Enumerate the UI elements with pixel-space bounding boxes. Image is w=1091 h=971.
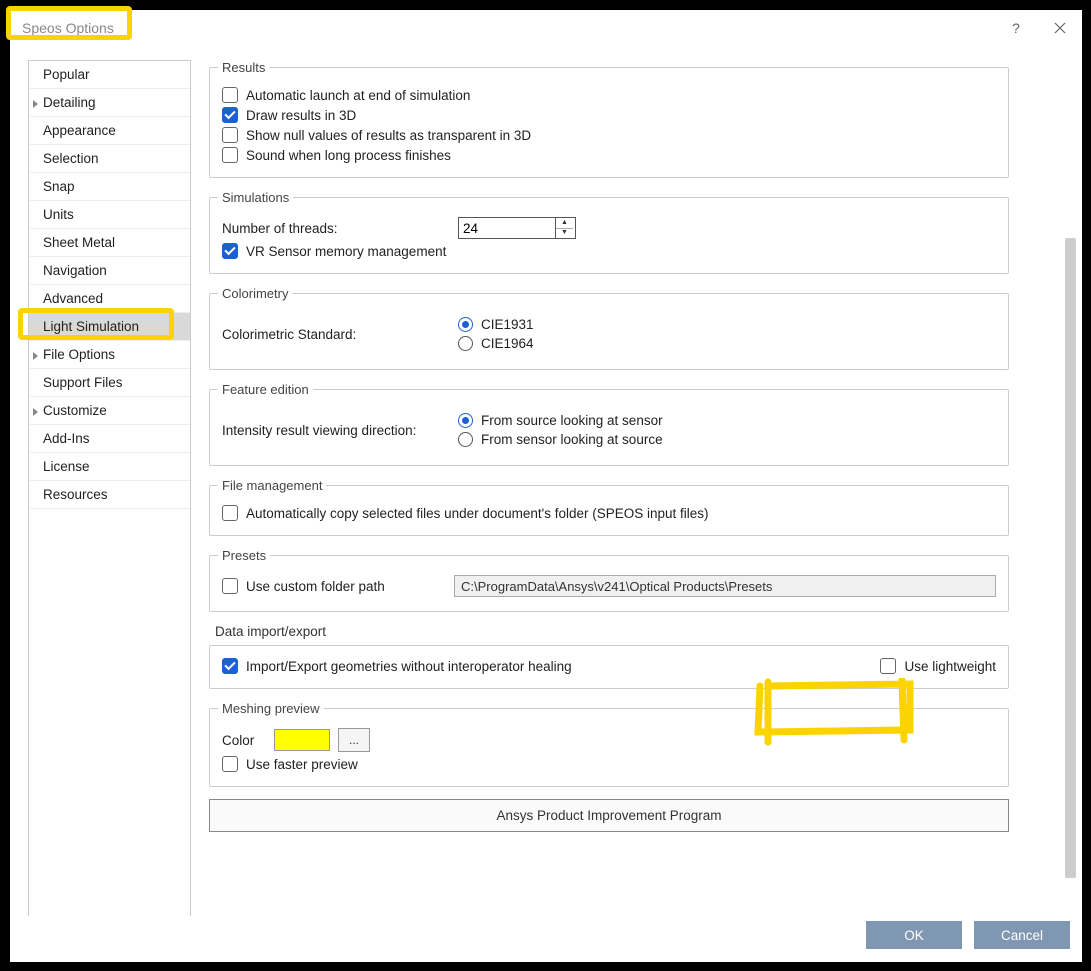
label-import-export: Import/Export geometries without interop… <box>246 659 572 674</box>
titlebar: Speos Options ? <box>10 10 1082 46</box>
radio-cie1931[interactable] <box>458 317 473 332</box>
group-filemgmt-legend: File management <box>218 478 326 493</box>
label-threads: Number of threads: <box>222 221 450 236</box>
ok-button[interactable]: OK <box>866 921 962 949</box>
group-colorimetry-legend: Colorimetry <box>218 286 292 301</box>
label-use-lightweight: Use lightweight <box>904 659 996 674</box>
checkbox-draw-3d[interactable] <box>222 107 238 123</box>
group-results-legend: Results <box>218 60 269 75</box>
sidebar-item-support-files[interactable]: Support Files <box>29 369 190 397</box>
label-draw-3d: Draw results in 3D <box>246 108 356 123</box>
label-cie1931: CIE1931 <box>481 317 534 332</box>
cancel-button[interactable]: Cancel <box>974 921 1070 949</box>
scrollbar[interactable] <box>1065 238 1076 878</box>
group-presets: Presets Use custom folder path <box>209 548 1009 612</box>
group-meshing: Meshing preview Color ... Use faster pre… <box>209 701 1009 787</box>
group-feature-edition: Feature edition Intensity result viewing… <box>209 382 1009 466</box>
group-presets-legend: Presets <box>218 548 270 563</box>
label-cie1964: CIE1964 <box>481 336 534 351</box>
label-intensity-dir: Intensity result viewing direction: <box>222 423 450 438</box>
sidebar-item-navigation[interactable]: Navigation <box>29 257 190 285</box>
ellipsis-icon: ... <box>349 733 359 747</box>
checkbox-import-export[interactable] <box>222 658 238 674</box>
sidebar-item-light-simulation[interactable]: Light Simulation <box>29 313 190 341</box>
close-icon <box>1054 22 1066 34</box>
sidebar-item-license[interactable]: License <box>29 453 190 481</box>
checkbox-custom-path[interactable] <box>222 578 238 594</box>
group-simulations-legend: Simulations <box>218 190 293 205</box>
label-colorimetric-std: Colorimetric Standard: <box>222 327 450 342</box>
group-file-management: File management Automatically copy selec… <box>209 478 1009 536</box>
label-null-transparent: Show null values of results as transpare… <box>246 128 531 143</box>
heading-data-io: Data import/export <box>215 624 1009 639</box>
group-data-io: Import/Export geometries without interop… <box>209 645 1009 689</box>
sidebar-item-advanced[interactable]: Advanced <box>29 285 190 313</box>
group-meshing-legend: Meshing preview <box>218 701 324 716</box>
sidebar-item-add-ins[interactable]: Add-Ins <box>29 425 190 453</box>
label-custom-path: Use custom folder path <box>246 579 446 594</box>
label-color: Color <box>222 733 266 748</box>
sidebar-item-snap[interactable]: Snap <box>29 173 190 201</box>
help-button[interactable]: ? <box>994 10 1038 46</box>
window-title: Speos Options <box>22 20 114 36</box>
dialog-footer: OK Cancel <box>10 916 1082 962</box>
radio-from-sensor[interactable] <box>458 432 473 447</box>
sidebar-item-popular[interactable]: Popular <box>29 61 190 89</box>
close-button[interactable] <box>1038 10 1082 46</box>
group-feature-legend: Feature edition <box>218 382 313 397</box>
threads-spinner[interactable]: ▲ ▼ <box>458 217 576 239</box>
sidebar-item-file-options[interactable]: File Options <box>29 341 190 369</box>
label-auto-launch: Automatic launch at end of simulation <box>246 88 470 103</box>
checkbox-faster-preview[interactable] <box>222 756 238 772</box>
checkbox-null-transparent[interactable] <box>222 127 238 143</box>
sidebar-item-detailing[interactable]: Detailing <box>29 89 190 117</box>
checkbox-use-lightweight[interactable] <box>880 658 896 674</box>
threads-down-icon[interactable]: ▼ <box>556 229 573 239</box>
checkbox-auto-copy[interactable] <box>222 505 238 521</box>
sidebar-item-customize[interactable]: Customize <box>29 397 190 425</box>
main-panel: Results Automatic launch at end of simul… <box>209 60 1082 916</box>
presets-path-field[interactable] <box>454 575 996 597</box>
color-browse-button[interactable]: ... <box>338 728 370 752</box>
checkbox-auto-launch[interactable] <box>222 87 238 103</box>
checkbox-vr-sensor[interactable] <box>222 243 238 259</box>
sidebar-item-resources[interactable]: Resources <box>29 481 190 509</box>
radio-cie1964[interactable] <box>458 336 473 351</box>
label-from-sensor: From sensor looking at source <box>481 432 663 447</box>
label-faster-preview: Use faster preview <box>246 757 358 772</box>
group-results: Results Automatic launch at end of simul… <box>209 60 1009 178</box>
label-vr-sensor: VR Sensor memory management <box>246 244 446 259</box>
sidebar-item-units[interactable]: Units <box>29 201 190 229</box>
sidebar-item-sheet-metal[interactable]: Sheet Metal <box>29 229 190 257</box>
group-simulations: Simulations Number of threads: ▲ ▼ VR Se… <box>209 190 1009 274</box>
label-from-source: From source looking at sensor <box>481 413 663 428</box>
radio-from-source[interactable] <box>458 413 473 428</box>
threads-input[interactable] <box>459 218 555 238</box>
sidebar: PopularDetailingAppearanceSelectionSnapU… <box>28 60 191 916</box>
label-sound: Sound when long process finishes <box>246 148 451 163</box>
sidebar-item-appearance[interactable]: Appearance <box>29 117 190 145</box>
product-improvement-button[interactable]: Ansys Product Improvement Program <box>209 799 1009 832</box>
checkbox-sound[interactable] <box>222 147 238 163</box>
label-auto-copy: Automatically copy selected files under … <box>246 506 709 521</box>
group-colorimetry: Colorimetry Colorimetric Standard: CIE19… <box>209 286 1009 370</box>
color-swatch[interactable] <box>274 729 330 751</box>
sidebar-item-selection[interactable]: Selection <box>29 145 190 173</box>
threads-up-icon[interactable]: ▲ <box>556 218 573 229</box>
